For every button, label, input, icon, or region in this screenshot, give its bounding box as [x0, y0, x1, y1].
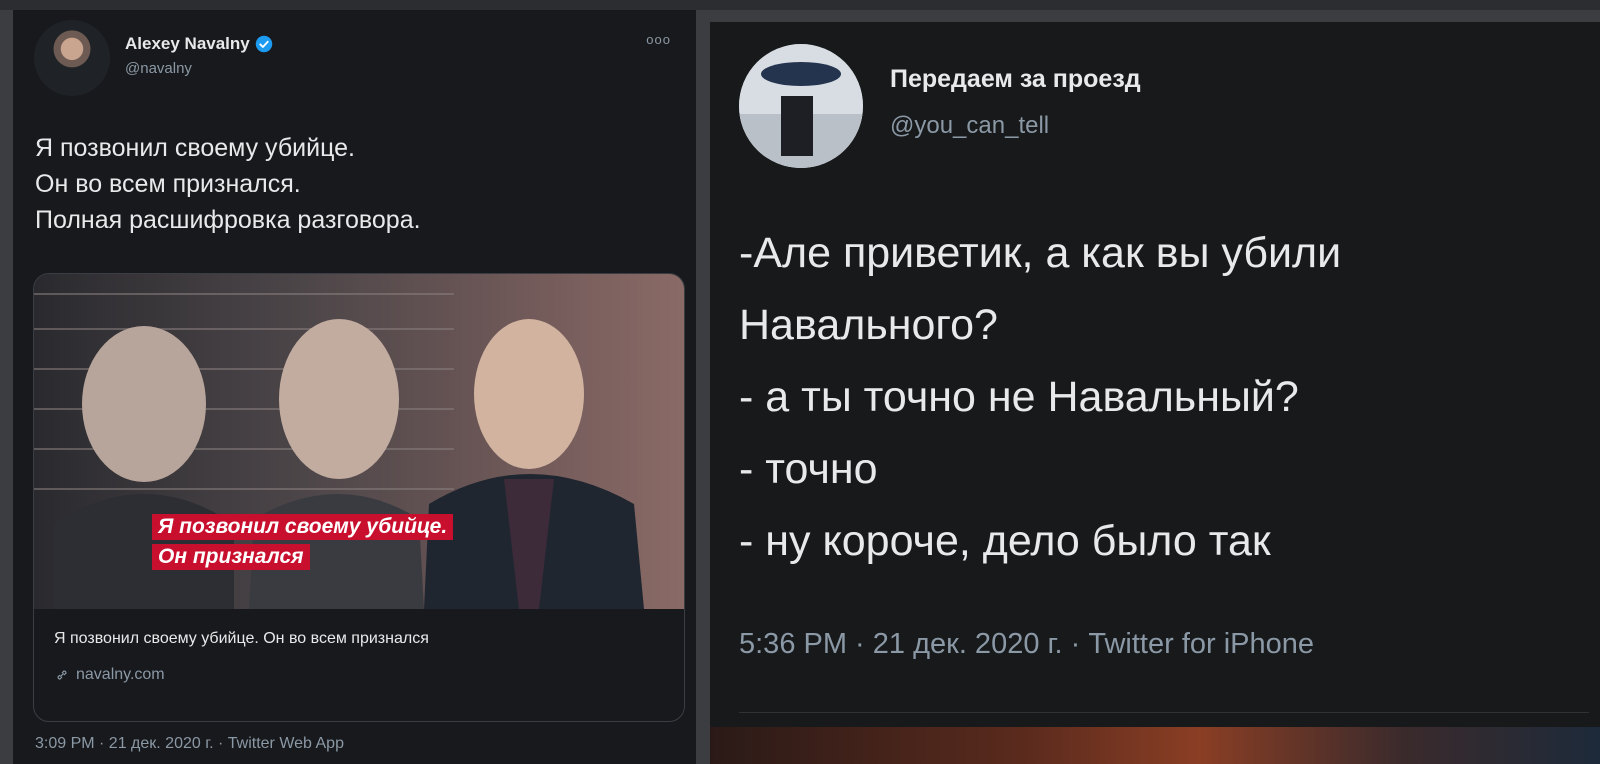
author-handle[interactable]: @you_can_tell: [890, 112, 1049, 140]
tweet-text-line: Он во всем признался.: [35, 170, 301, 198]
link-icon: [57, 670, 67, 680]
mugshot-illustration: [34, 293, 644, 609]
card-image[interactable]: Я позвонил своему убийце. Он признался: [34, 274, 684, 609]
tweet-timestamp[interactable]: 5:36 PM · 21 дек. 2020 г. · Twitter for …: [739, 628, 1314, 661]
tweet-text-line: - а ты точно не Навальный?: [739, 373, 1299, 421]
tweet-timestamp[interactable]: 3:09 PM · 21 дек. 2020 г. · Twitter Web …: [35, 735, 344, 753]
tweet-text: -Але приветик, а как вы убили Навального…: [739, 217, 1341, 577]
verified-badge-icon: [255, 35, 272, 53]
divider: [739, 712, 1589, 713]
card-title[interactable]: Я позвонил своему убийце. Он во всем при…: [54, 630, 429, 648]
tweet-navalny: Alexey Navalny @navalny ooo Я позвонил с…: [13, 10, 696, 764]
avatar[interactable]: [739, 44, 863, 168]
author-name-text[interactable]: Alexey Navalny: [125, 34, 250, 54]
tweet-text-line: -Але приветик, а как вы убили: [739, 229, 1342, 277]
top-background-strip: [0, 0, 1600, 10]
overlay-caption-line2: Он признался: [152, 544, 310, 570]
author-name[interactable]: Alexey Navalny: [125, 34, 273, 54]
tweet-text-line: - точно: [739, 445, 878, 493]
tweet-text-line: Навального?: [739, 301, 998, 349]
tweet-text-line: Я позвонил своему убийце.: [35, 134, 355, 162]
tweet-you-can-tell: Передаем за проезд @you_can_tell -Але пр…: [710, 22, 1600, 727]
avatar[interactable]: [34, 20, 110, 96]
card-domain[interactable]: navalny.com: [54, 666, 165, 684]
tweet-text-line: - ну короче, дело было так: [739, 517, 1271, 565]
avatar-photo: [739, 44, 863, 168]
tweet-text: Я позвонил своему убийце. Он во всем при…: [35, 130, 421, 238]
overlay-caption-line1: Я позвонил своему убийце.: [152, 514, 454, 540]
author-name[interactable]: Передаем за проезд: [890, 65, 1141, 94]
tweet-text-line: Полная расшифровка разговора.: [35, 206, 421, 234]
more-options-icon[interactable]: ooo: [646, 32, 671, 47]
card-domain-text[interactable]: navalny.com: [76, 666, 165, 684]
author-handle[interactable]: @navalny: [125, 60, 192, 77]
bottom-background-strip: [710, 727, 1600, 764]
link-card[interactable]: Я позвонил своему убийце. Он признался Я…: [33, 273, 685, 722]
